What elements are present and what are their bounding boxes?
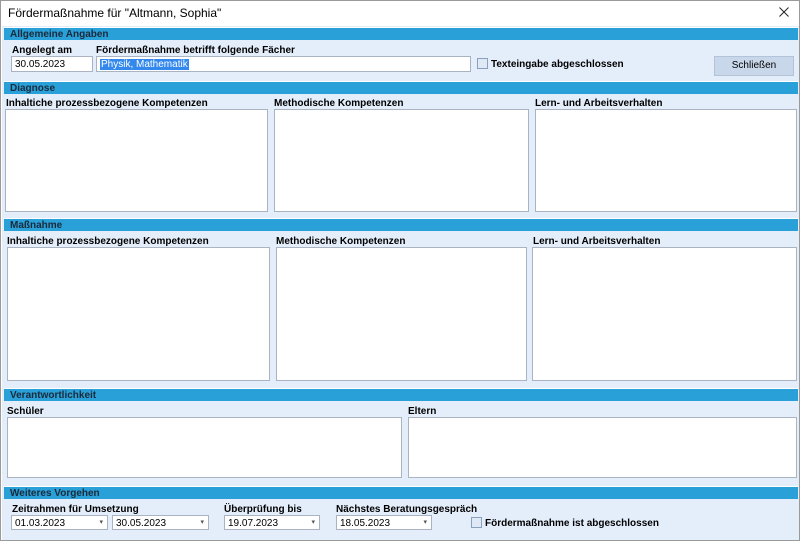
massnahme-col1-label: Inhaltiche prozessbezogene Kompetenzen bbox=[7, 236, 209, 247]
massnahme-inhaltlich-textarea[interactable] bbox=[7, 247, 270, 381]
eltern-textarea[interactable] bbox=[408, 417, 797, 478]
diagnose-col2-label: Methodische Kompetenzen bbox=[274, 98, 404, 109]
diagnose-methodisch-textarea[interactable] bbox=[274, 109, 529, 212]
diagnose-col3-label: Lern- und Arbeitsverhalten bbox=[535, 98, 663, 109]
diagnose-col1-label: Inhaltiche prozessbezogene Kompetenzen bbox=[6, 98, 208, 109]
dialog-content: Allgemeine Angaben Angelegt am 30.05.202… bbox=[2, 26, 799, 540]
ueberpruefung-label: Überprüfung bis bbox=[224, 504, 302, 515]
chevron-down-icon[interactable]: ▾ bbox=[311, 518, 315, 526]
zeitrahmen-from-picker[interactable]: 01.03.2023 ▾ bbox=[11, 515, 108, 530]
texteingabe-label: Texteingabe abgeschlossen bbox=[491, 59, 624, 70]
massnahme-methodisch-textarea[interactable] bbox=[276, 247, 527, 381]
beratung-label: Nächstes Beratungsgespräch bbox=[336, 504, 478, 515]
schliessen-button[interactable]: Schließen bbox=[714, 56, 794, 76]
chevron-down-icon[interactable]: ▾ bbox=[423, 518, 427, 526]
zeitrahmen-to-picker[interactable]: 30.05.2023 ▾ bbox=[112, 515, 209, 530]
section-header-verantwortlichkeit: Verantwortlichkeit bbox=[4, 388, 798, 401]
zeitrahmen-label: Zeitrahmen für Umsetzung bbox=[12, 504, 139, 515]
angelegt-field[interactable]: 30.05.2023 bbox=[11, 56, 93, 72]
zeitrahmen-to-value: 30.05.2023 bbox=[116, 518, 167, 529]
section-header-weiteres: Weiteres Vorgehen bbox=[4, 486, 798, 499]
texteingabe-checkbox[interactable] bbox=[477, 58, 488, 69]
massnahme-col3-label: Lern- und Arbeitsverhalten bbox=[533, 236, 661, 247]
abgeschlossen-label: Fördermaßnahme ist abgeschlossen bbox=[485, 518, 659, 529]
close-button[interactable] bbox=[769, 1, 799, 26]
massnahme-col2-label: Methodische Kompetenzen bbox=[276, 236, 406, 247]
section-header-allgemein: Allgemeine Angaben bbox=[4, 27, 798, 40]
ueberpruefung-value: 19.07.2023 bbox=[228, 518, 279, 529]
chevron-down-icon[interactable]: ▾ bbox=[99, 518, 103, 526]
diagnose-inhaltlich-textarea[interactable] bbox=[5, 109, 268, 212]
angelegt-label: Angelegt am bbox=[12, 45, 73, 56]
ueberpruefung-picker[interactable]: 19.07.2023 ▾ bbox=[224, 515, 320, 530]
section-header-diagnose: Diagnose bbox=[4, 81, 798, 94]
dialog-window: Fördermaßnahme für "Altmann, Sophia" All… bbox=[0, 0, 800, 541]
title-bar: Fördermaßnahme für "Altmann, Sophia" bbox=[1, 1, 799, 26]
section-header-massnahme: Maßnahme bbox=[4, 218, 798, 231]
close-icon bbox=[779, 7, 789, 20]
schueler-textarea[interactable] bbox=[7, 417, 402, 478]
eltern-label: Eltern bbox=[408, 406, 437, 417]
beratung-picker[interactable]: 18.05.2023 ▾ bbox=[336, 515, 432, 530]
chevron-down-icon[interactable]: ▾ bbox=[200, 518, 204, 526]
massnahme-lernverhalten-textarea[interactable] bbox=[532, 247, 797, 381]
diagnose-lernverhalten-textarea[interactable] bbox=[535, 109, 797, 212]
faecher-value: Physik, Mathematik bbox=[100, 59, 189, 70]
abgeschlossen-checkbox[interactable] bbox=[471, 517, 482, 528]
faecher-label: Fördermaßnahme betrifft folgende Fächer bbox=[96, 45, 295, 56]
zeitrahmen-from-value: 01.03.2023 bbox=[15, 518, 66, 529]
schueler-label: Schüler bbox=[7, 406, 44, 417]
faecher-field[interactable]: Physik, Mathematik bbox=[96, 56, 471, 72]
beratung-value: 18.05.2023 bbox=[340, 518, 391, 529]
window-title: Fördermaßnahme für "Altmann, Sophia" bbox=[8, 6, 222, 20]
